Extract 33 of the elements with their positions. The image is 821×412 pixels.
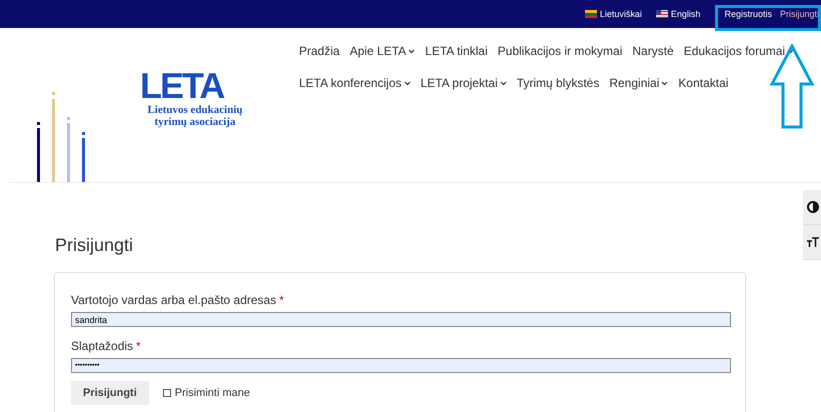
chevron-icon xyxy=(404,80,410,86)
username-field[interactable]: sandrita xyxy=(71,312,731,327)
nav-link[interactable]: LETA konferencijos xyxy=(299,76,410,90)
field-label: Vartotojo vardas arba el.pašto adresas xyxy=(71,293,276,307)
nav-link[interactable]: Publikacijos ir mokymai xyxy=(498,44,622,58)
nav-link[interactable]: LETA tinklai xyxy=(425,44,488,58)
remember-checkbox[interactable]: Prisiminti mane xyxy=(162,387,250,399)
contrast-icon xyxy=(807,201,819,213)
chevron-icon xyxy=(661,80,668,86)
page-title: Prisijungti xyxy=(55,235,134,256)
account-link[interactable]: Registruotis xyxy=(724,9,772,19)
nav-link[interactable]: Edukacijos forumai xyxy=(684,44,794,58)
text-size-icon xyxy=(807,236,819,248)
required-mark: * xyxy=(136,339,141,353)
nav-link[interactable]: Kontaktai xyxy=(678,76,728,90)
nav-link[interactable]: Apie LETA xyxy=(350,44,416,58)
nav-link[interactable]: Narystė xyxy=(632,44,674,58)
account-link[interactable]: Prisijungti xyxy=(780,9,819,19)
chevron-icon xyxy=(500,80,507,86)
language-link[interactable]: Lietuviškai xyxy=(584,9,642,19)
field-label: Slaptažodis xyxy=(71,339,134,353)
nav-link[interactable]: LETA projektai xyxy=(420,76,507,90)
chevron-icon xyxy=(408,48,416,54)
required-mark: * xyxy=(279,293,284,307)
nav-link[interactable]: Renginiai xyxy=(609,76,668,90)
nav-link[interactable]: Tyrimų blykstės xyxy=(516,76,600,90)
logo-bars-icon xyxy=(37,92,85,182)
language-link[interactable]: English xyxy=(656,9,700,19)
login-button[interactable]: Prisijungti xyxy=(71,381,149,405)
chevron-icon xyxy=(787,48,794,54)
logo-subtitle: Lietuvos edukacinių tyrimų asociacija xyxy=(146,104,244,128)
nav-link[interactable]: Pradžia xyxy=(299,44,340,58)
logo-wordmark: LETA xyxy=(140,68,224,104)
